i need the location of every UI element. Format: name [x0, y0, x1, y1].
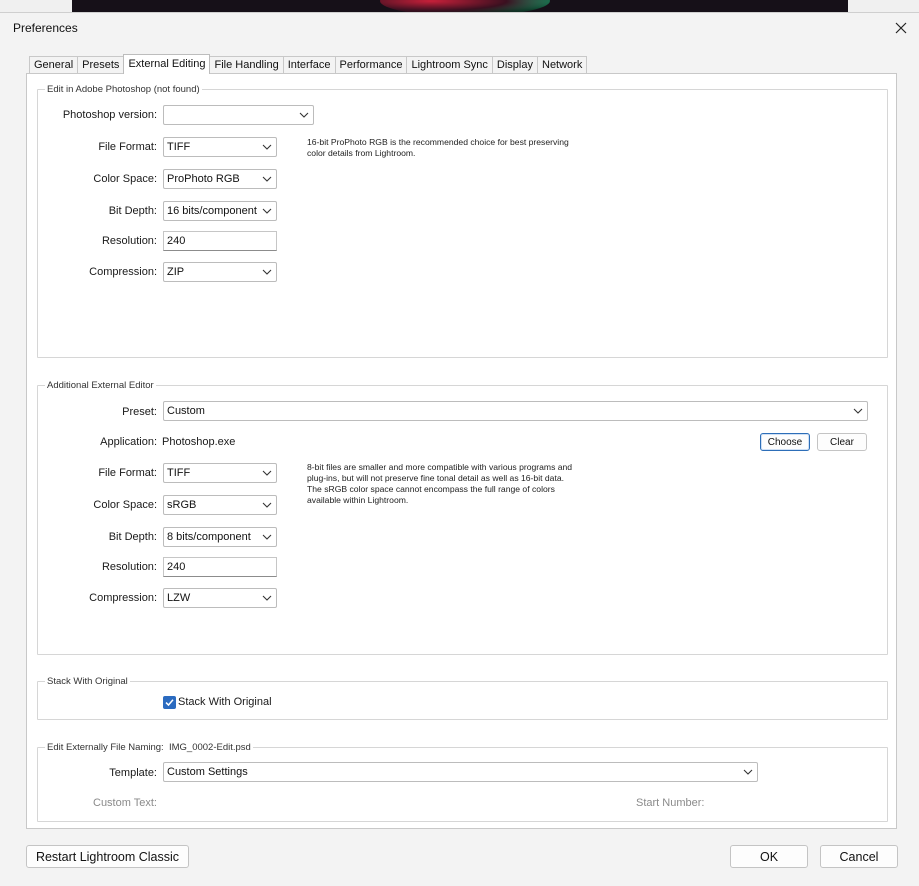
tab-strip: General Presets External Editing File Ha…	[29, 54, 588, 74]
chevron-down-icon	[262, 534, 272, 540]
stack-group: Stack With Original Stack With Original	[37, 676, 888, 720]
tab-display[interactable]: Display	[491, 56, 538, 74]
additional-editor-group: Additional External Editor Preset: Custo…	[37, 380, 888, 655]
tab-lightroom-sync[interactable]: Lightroom Sync	[406, 56, 493, 74]
stack-with-original-label[interactable]: Stack With Original	[178, 696, 272, 708]
tab-file-handling[interactable]: File Handling	[209, 56, 284, 74]
ps-color-space-label: Color Space:	[93, 173, 157, 185]
background-photo-strip	[72, 0, 848, 12]
photoshop-group: Edit in Adobe Photoshop (not found) Phot…	[37, 84, 888, 358]
ae-file-format-label: File Format:	[98, 467, 157, 479]
ps-color-space-select[interactable]: ProPhoto RGB	[163, 169, 277, 189]
stack-group-title: Stack With Original	[45, 676, 130, 687]
chevron-down-icon	[262, 269, 272, 275]
custom-text-label: Custom Text:	[93, 797, 157, 809]
tab-performance[interactable]: Performance	[334, 56, 408, 74]
template-select[interactable]: Custom Settings	[163, 762, 758, 782]
file-naming-example: IMG_0002-Edit.psd	[168, 742, 251, 753]
chevron-down-icon	[262, 208, 272, 214]
ps-compression-label: Compression:	[89, 266, 157, 278]
window-title: Preferences	[13, 21, 78, 35]
ae-compression-select[interactable]: LZW	[163, 588, 277, 608]
chevron-down-icon	[853, 408, 863, 414]
chevron-down-icon	[262, 470, 272, 476]
close-icon	[895, 22, 907, 34]
application-label: Application:	[100, 436, 157, 448]
preset-select[interactable]: Custom	[163, 401, 868, 421]
chevron-down-icon	[262, 502, 272, 508]
start-number-label: Start Number:	[636, 797, 705, 809]
title-bar: Preferences	[0, 13, 919, 43]
additional-editor-group-title: Additional External Editor	[45, 380, 156, 391]
ps-compression-select[interactable]: ZIP	[163, 262, 277, 282]
ps-file-format-label: File Format:	[98, 141, 157, 153]
chevron-down-icon	[262, 595, 272, 601]
ae-info-note: 8-bit files are smaller and more compati…	[307, 462, 573, 505]
preferences-dialog: Preferences General Presets External Edi…	[0, 12, 919, 886]
tab-interface[interactable]: Interface	[282, 56, 336, 74]
photoshop-version-select[interactable]	[163, 105, 314, 125]
close-button[interactable]	[891, 18, 911, 38]
cancel-button[interactable]: Cancel	[820, 845, 898, 868]
restart-lightroom-button[interactable]: Restart Lightroom Classic	[26, 845, 189, 868]
chevron-down-icon	[743, 769, 753, 775]
chevron-down-icon	[299, 112, 309, 118]
chevron-down-icon	[262, 176, 272, 182]
ps-resolution-input[interactable]: 240	[163, 231, 277, 251]
file-naming-group: Edit Externally File Naming: IMG_0002-Ed…	[37, 742, 888, 822]
photoshop-version-label: Photoshop version:	[62, 109, 157, 121]
ae-file-format-select[interactable]: TIFF	[163, 463, 277, 483]
ok-button[interactable]: OK	[730, 845, 808, 868]
ps-bit-depth-label: Bit Depth:	[108, 205, 157, 217]
chevron-down-icon	[262, 144, 272, 150]
ae-bit-depth-label: Bit Depth:	[108, 531, 157, 543]
choose-button[interactable]: Choose	[760, 433, 810, 451]
external-editing-panel: Edit in Adobe Photoshop (not found) Phot…	[26, 73, 897, 829]
tab-general[interactable]: General	[29, 56, 79, 74]
photoshop-group-title: Edit in Adobe Photoshop (not found)	[45, 84, 202, 95]
ae-resolution-input[interactable]: 240	[163, 557, 277, 577]
file-naming-title-label: Edit Externally File Naming:	[47, 742, 164, 753]
tab-presets[interactable]: Presets	[77, 56, 125, 74]
tab-external-editing[interactable]: External Editing	[123, 54, 211, 74]
ae-color-space-select[interactable]: sRGB	[163, 495, 277, 515]
ae-bit-depth-select[interactable]: 8 bits/component	[163, 527, 277, 547]
clear-button[interactable]: Clear	[817, 433, 867, 451]
file-naming-group-title: Edit Externally File Naming: IMG_0002-Ed…	[45, 742, 253, 753]
preset-label: Preset:	[122, 406, 157, 418]
ae-resolution-label: Resolution:	[101, 561, 157, 573]
stack-with-original-checkbox[interactable]	[163, 696, 176, 709]
template-label: Template:	[109, 767, 157, 779]
ps-resolution-label: Resolution:	[101, 235, 157, 247]
checkmark-icon	[165, 699, 174, 707]
ps-bit-depth-select[interactable]: 16 bits/component	[163, 201, 277, 221]
ae-color-space-label: Color Space:	[93, 499, 157, 511]
application-value: Photoshop.exe	[162, 436, 236, 448]
tab-network[interactable]: Network	[537, 56, 588, 74]
ae-compression-label: Compression:	[89, 592, 157, 604]
ps-recommendation-note: 16-bit ProPhoto RGB is the recommended c…	[307, 137, 569, 158]
ps-file-format-select[interactable]: TIFF	[163, 137, 277, 157]
